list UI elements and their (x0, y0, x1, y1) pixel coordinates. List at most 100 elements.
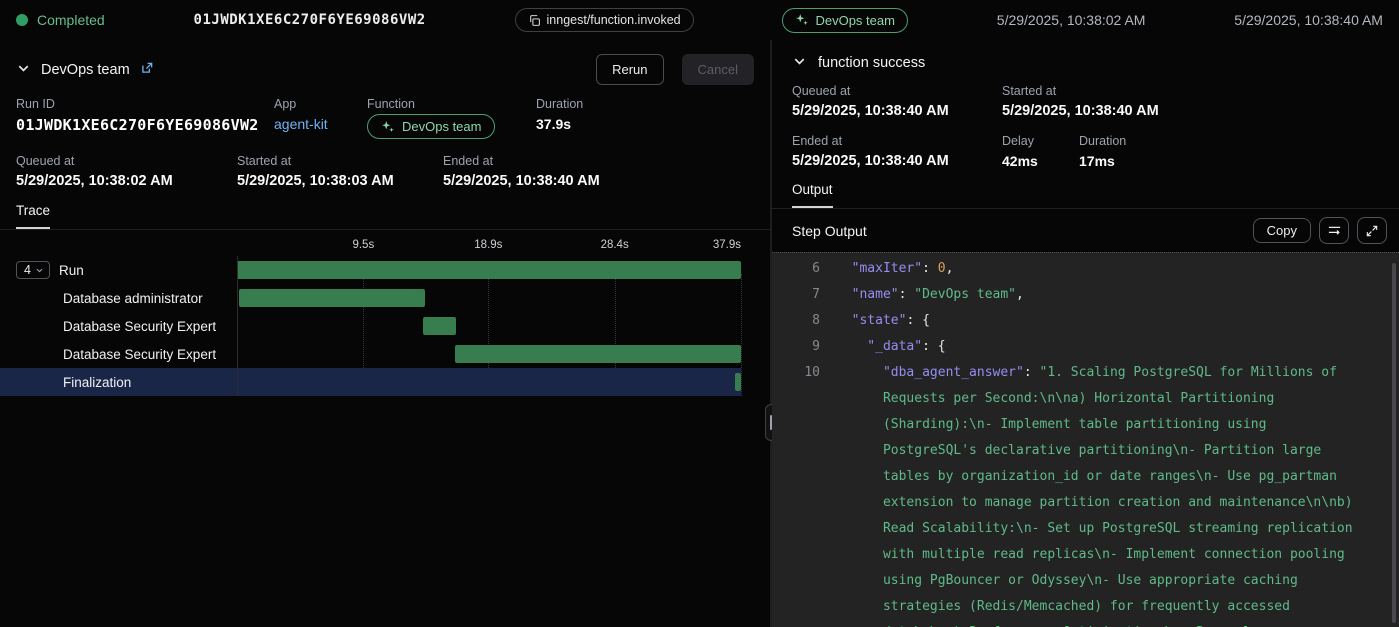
trace-span-bar[interactable] (423, 317, 456, 335)
delay-value: 42ms (1002, 153, 1079, 169)
axis-tick-label: 28.4s (601, 239, 629, 251)
function-badge-label: DevOps team (402, 119, 481, 134)
trace-span-bar[interactable] (455, 345, 741, 363)
field-ended-at: Ended at 5/29/2025, 10:38:40 AM (792, 134, 1002, 169)
status-dot-icon (16, 14, 28, 26)
trace-row-track (237, 340, 741, 368)
field-delay: Delay 42ms (1002, 134, 1079, 169)
chevron-down-icon[interactable] (16, 61, 31, 79)
trace-row[interactable]: Database Security Expert (0, 312, 741, 340)
line-number: 6 (772, 256, 820, 282)
step-output-code: 6"maxIter": 0,7"name": "DevOps team",8"s… (772, 252, 1399, 627)
trace-row-label-cell: 4 Run (0, 261, 237, 279)
left-tab-strip: Trace (0, 202, 770, 230)
function-badge-top-label: DevOps team (815, 13, 894, 28)
word-wrap-icon (1327, 223, 1342, 238)
field-label: Run ID (16, 97, 274, 111)
field-queued-at: Queued at 5/29/2025, 10:38:02 AM (16, 154, 237, 189)
code-line-content: "state": { (836, 308, 1385, 334)
top-ended-timestamp: 5/29/2025, 10:38:40 AM (1234, 12, 1383, 28)
trace-row[interactable]: 4 Run (0, 256, 741, 284)
rerun-button[interactable]: Rerun (596, 54, 663, 85)
line-number: 10 (772, 360, 820, 627)
trace-row[interactable]: Finalization (0, 368, 741, 396)
trace-row-label: Database administrator (63, 291, 203, 306)
field-label: Queued at (16, 154, 237, 168)
trace-row-track (237, 284, 741, 312)
external-link-icon[interactable] (140, 61, 154, 78)
trace-row-label: Run (59, 263, 84, 278)
chevron-down-icon (35, 266, 44, 275)
ended-at-value: 5/29/2025, 10:38:40 AM (443, 173, 600, 189)
code-line-content: "dba_agent_answer": "1. Scaling PostgreS… (836, 360, 1385, 627)
trace-axis-line (237, 256, 238, 396)
function-badge-top[interactable]: DevOps team (782, 8, 907, 33)
trace-span-bar[interactable] (237, 261, 741, 279)
chevron-down-icon[interactable] (792, 54, 807, 72)
word-wrap-button[interactable] (1319, 217, 1349, 244)
field-label: Function (367, 97, 536, 111)
trace-row-track (237, 368, 741, 396)
code-line: 6"maxIter": 0, (772, 256, 1399, 282)
field-ended-at: Ended at 5/29/2025, 10:38:40 AM (443, 154, 600, 189)
gridline (741, 274, 742, 396)
field-run-id: Run ID 01JWDK1XE6C270F6YE69086VW2 (16, 97, 274, 139)
started-at-value: 5/29/2025, 10:38:03 AM (237, 173, 443, 189)
field-label: Started at (237, 154, 443, 168)
run-status: Completed (16, 12, 105, 28)
function-badge[interactable]: DevOps team (367, 114, 495, 139)
code-line: 9 "_data": { (772, 334, 1399, 360)
top-queued-timestamp: 5/29/2025, 10:38:02 AM (997, 12, 1146, 28)
queued-at-value: 5/29/2025, 10:38:02 AM (16, 173, 237, 189)
copy-button[interactable]: Copy (1253, 218, 1311, 243)
trace-axis-ticks: 9.5s18.9s28.4s37.9s (237, 238, 741, 256)
trace-row[interactable]: Database Security Expert (0, 340, 741, 368)
step-output-header: Step Output Copy (772, 209, 1399, 252)
trace-row-label-cell: Finalization (0, 375, 237, 390)
field-function: Function DevOps team (367, 97, 536, 139)
field-label: Queued at (792, 84, 1002, 98)
sparkles-icon (381, 120, 395, 134)
line-number: 9 (772, 334, 820, 360)
run-id-value: 01JWDK1XE6C270F6YE69086VW2 (16, 116, 274, 134)
event-copy-icon (528, 14, 541, 27)
tab-trace[interactable]: Trace (16, 203, 50, 229)
code-line-content: "name": "DevOps team", (836, 282, 1385, 308)
trace-span-bar[interactable] (735, 373, 741, 391)
field-label: Duration (1079, 134, 1379, 148)
axis-tick-label: 37.9s (713, 239, 741, 251)
step-details-panel: function success Queued at 5/29/2025, 10… (772, 40, 1399, 627)
started-at-value: 5/29/2025, 10:38:40 AM (1002, 103, 1379, 119)
event-badge[interactable]: inngest/function.invoked (515, 8, 694, 32)
trace-row-label-cell: Database administrator (0, 291, 237, 306)
code-line: 8"state": { (772, 308, 1399, 334)
tab-output[interactable]: Output (792, 182, 833, 208)
children-count-badge[interactable]: 4 (16, 261, 50, 279)
trace-span-bar[interactable] (239, 289, 425, 307)
sparkles-icon (795, 13, 809, 27)
trace-row[interactable]: Database administrator (0, 284, 741, 312)
run-title: DevOps team (41, 62, 130, 78)
cancel-button[interactable]: Cancel (682, 54, 754, 85)
field-duration: Duration 37.9s (536, 97, 583, 139)
children-count: 4 (24, 263, 31, 277)
field-label: Delay (1002, 134, 1079, 148)
vertical-scrollbar[interactable] (1392, 263, 1396, 623)
trace-row-label-cell: Database Security Expert (0, 347, 237, 362)
field-started-at: Started at 5/29/2025, 10:38:03 AM (237, 154, 443, 189)
field-label: Duration (536, 97, 583, 111)
run-details-panel: DevOps team Rerun Cancel Run ID 01JWDK1X… (0, 40, 770, 627)
right-tab-strip: Output (772, 181, 1399, 209)
expand-button[interactable] (1357, 217, 1387, 244)
code-lines: 6"maxIter": 0,7"name": "DevOps team",8"s… (772, 256, 1399, 627)
app-link[interactable]: agent-kit (274, 116, 367, 132)
trace-row-label: Finalization (63, 375, 131, 390)
status-label: Completed (37, 12, 105, 28)
queued-at-value: 5/29/2025, 10:38:40 AM (792, 103, 1002, 119)
field-label: App (274, 97, 367, 111)
trace-row-track (237, 256, 741, 284)
expand-icon (1365, 224, 1379, 238)
duration-value: 37.9s (536, 116, 583, 132)
code-line-content: "_data": { (836, 334, 1385, 360)
step-title: function success (818, 55, 925, 71)
